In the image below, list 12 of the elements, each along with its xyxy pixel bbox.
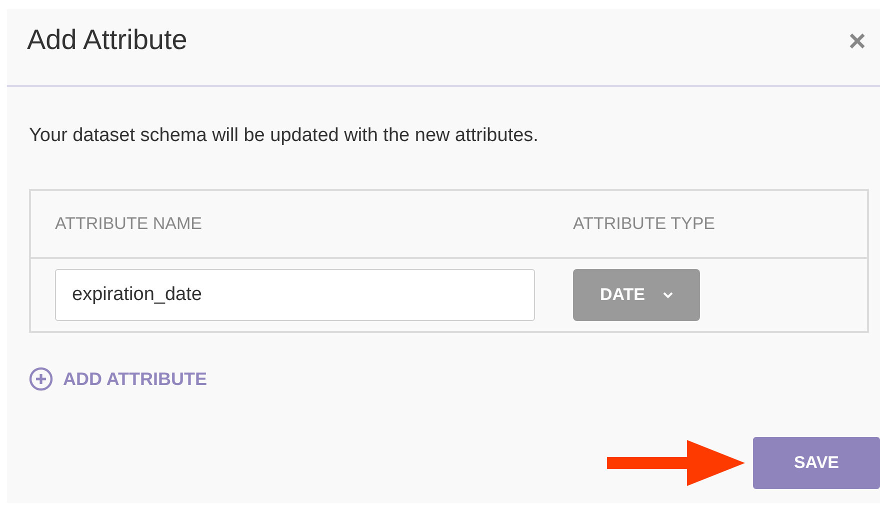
description-text: Your dataset schema will be updated with the new attributes.	[29, 125, 540, 147]
close-button[interactable]: ×	[844, 25, 870, 59]
save-button[interactable]: SAVE	[753, 437, 880, 489]
add-attribute-link[interactable]: ADD ATTRIBUTE	[29, 367, 207, 391]
column-header: ATTRIBUTE TYPE	[573, 214, 716, 234]
attribute-name-field[interactable]: expiration_date	[55, 269, 535, 321]
plus-circle-icon	[29, 367, 53, 391]
type-dropdown[interactable]: DATE	[573, 269, 700, 321]
arrow-icon	[607, 438, 747, 488]
dialog-title: Add Attribute	[27, 24, 188, 56]
column-header: ATTRIBUTE NAME	[54, 214, 204, 234]
chevron-down-icon	[663, 292, 673, 298]
